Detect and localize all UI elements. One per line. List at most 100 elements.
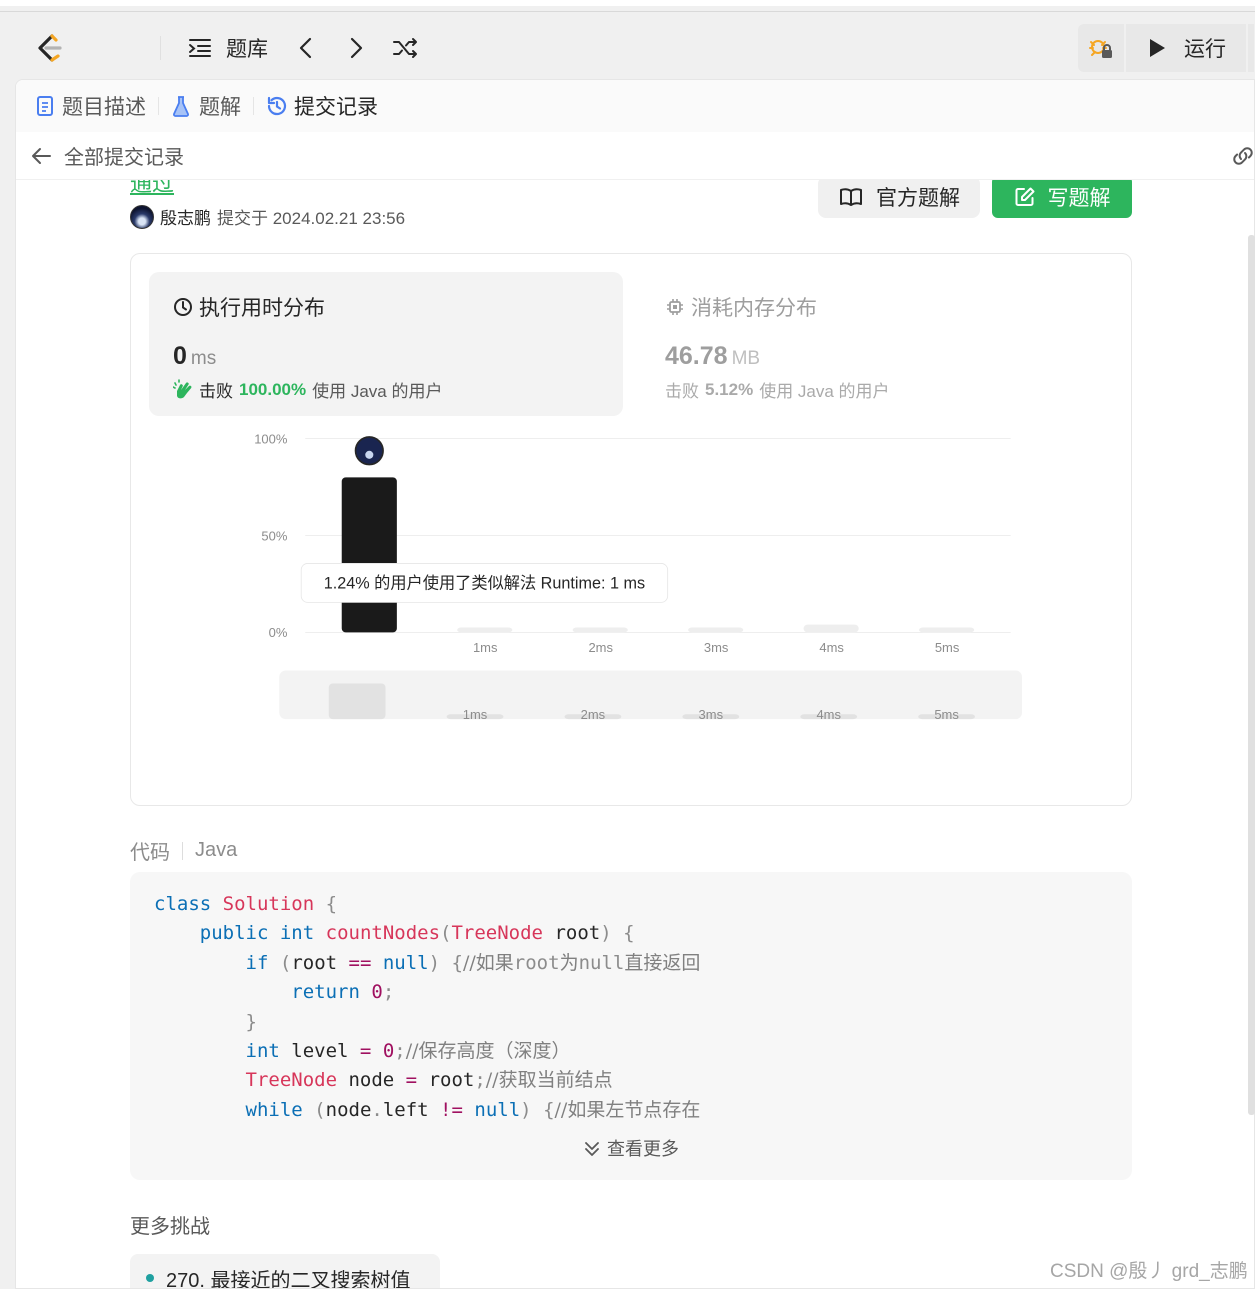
x-tick-label: 4ms bbox=[819, 640, 844, 655]
run-button[interactable]: 运行 bbox=[1126, 24, 1246, 72]
status-badge: 通过 bbox=[130, 180, 175, 196]
history-icon bbox=[267, 96, 287, 116]
divider bbox=[253, 97, 254, 115]
list-icon bbox=[189, 39, 211, 57]
overview-tick-label: 1ms bbox=[463, 707, 488, 722]
chip-icon bbox=[667, 299, 683, 315]
more-challenges-title: 更多挑战 bbox=[130, 1216, 210, 1238]
y-tick-label: 100% bbox=[254, 431, 288, 446]
memory-title: 消耗内存分布 bbox=[691, 297, 817, 320]
x-tick-label: 5ms bbox=[935, 640, 960, 655]
memory-stat-box[interactable]: 消耗内存分布 46.78 MB 击败 5.12% 使用 Java 的用户 bbox=[641, 272, 1115, 416]
runtime-title-row: 执行用时分布 bbox=[173, 292, 599, 322]
prev-problem-button[interactable] bbox=[296, 32, 316, 64]
challenge-title[interactable]: 270. 最接近的二叉搜索树值 bbox=[166, 1264, 410, 1289]
memory-unit: MB bbox=[731, 348, 761, 369]
scrollbar[interactable] bbox=[1248, 235, 1255, 1115]
official-solution-label: 官方题解 bbox=[876, 187, 960, 210]
challenge-item[interactable]: 270. 最接近的二叉搜索树值 bbox=[130, 1254, 440, 1289]
overview-tick-label: 3ms bbox=[699, 707, 724, 722]
code-header: 代码 Java bbox=[130, 836, 237, 865]
tab-solutions[interactable]: 题解 bbox=[171, 91, 241, 121]
memory-beats-suffix: 使用 Java 的用户 bbox=[759, 382, 890, 401]
tab-submissions[interactable]: 提交记录 bbox=[266, 91, 378, 121]
run-label: 运行 bbox=[1184, 38, 1226, 61]
chart-bar bbox=[688, 627, 744, 633]
next-problem-button[interactable] bbox=[346, 32, 366, 64]
runtime-beats-suffix: 使用 Java 的用户 bbox=[312, 382, 443, 401]
top-bar: 题库 运行 bbox=[0, 0, 1255, 80]
divider bbox=[158, 97, 159, 115]
tooltip-text: 1.24% 的用户使用了类似解法 Runtime: 1 ms bbox=[324, 575, 645, 593]
avatar[interactable] bbox=[130, 204, 154, 229]
overview-tick-label: 2ms bbox=[581, 707, 606, 722]
write-solution-label: 写题解 bbox=[1047, 187, 1111, 210]
debug-button[interactable] bbox=[1078, 24, 1124, 72]
chart-bar bbox=[341, 477, 397, 633]
chart-bar bbox=[457, 627, 513, 633]
runtime-stat-box[interactable]: 执行用时分布 0 ms 击败 100.00% 使用 Java 的用户 bbox=[149, 272, 623, 416]
write-solution-button[interactable]: 写题解 bbox=[992, 180, 1132, 218]
overview-tick-label: 4ms bbox=[816, 707, 841, 722]
link-icon[interactable] bbox=[1230, 145, 1255, 167]
divider bbox=[160, 36, 161, 60]
submission-panel: 题目描述 题解 提交记录 全部提交记录 通过 殷志鹏 提交于 2024.02.2… bbox=[15, 79, 1255, 1289]
overview-strip bbox=[279, 670, 1022, 720]
x-tick-label: 3ms bbox=[704, 640, 729, 655]
avatar-marker-figure bbox=[365, 450, 374, 459]
chart-bar bbox=[572, 627, 628, 633]
tab-submissions-label: 提交记录 bbox=[294, 96, 378, 119]
chart-bar bbox=[919, 627, 975, 633]
all-submissions-link[interactable]: 全部提交记录 bbox=[64, 141, 184, 170]
code-label: 代码 bbox=[130, 842, 170, 864]
chevron-left-icon bbox=[299, 37, 312, 59]
arrow-left-icon[interactable] bbox=[30, 146, 52, 166]
memory-value-row: 46.78 MB bbox=[665, 342, 1091, 371]
code-language: Java bbox=[195, 839, 238, 861]
play-icon bbox=[1150, 39, 1165, 57]
tab-description[interactable]: 题目描述 bbox=[36, 91, 146, 121]
memory-title-row: 消耗内存分布 bbox=[665, 292, 1091, 322]
runtime-beats-row: 击败 100.00% 使用 Java 的用户 bbox=[173, 377, 599, 402]
performance-card: 执行用时分布 0 ms 击败 100.00% 使用 Java 的用户 消耗内存分… bbox=[130, 253, 1132, 806]
memory-beats-row: 击败 5.12% 使用 Java 的用户 bbox=[665, 377, 1091, 402]
y-tick-label: 50% bbox=[261, 528, 287, 543]
flask-icon bbox=[173, 96, 189, 117]
problem-bank-button[interactable]: 题库 bbox=[188, 32, 268, 64]
difficulty-dot bbox=[146, 1274, 154, 1282]
official-solution-button[interactable]: 官方题解 bbox=[818, 180, 980, 218]
edit-icon bbox=[1015, 187, 1034, 206]
leetcode-logo-icon[interactable] bbox=[34, 32, 64, 64]
runtime-beats-pct: 100.00% bbox=[239, 379, 307, 399]
author-name[interactable]: 殷志鹏 bbox=[160, 204, 211, 229]
chart-bar bbox=[803, 624, 859, 633]
chevron-right-icon bbox=[350, 37, 363, 59]
overview-tick-label: 5ms bbox=[934, 707, 959, 722]
submission-detail: 通过 殷志鹏 提交于 2024.02.21 23:56 官方题解 写题解 执行用… bbox=[16, 180, 1254, 1289]
overview-bar bbox=[328, 683, 386, 720]
tab-description-label: 题目描述 bbox=[62, 96, 146, 119]
runtime-distribution-chart[interactable]: 100% 50% 0% 1ms 2ms 3ms 4ms 5ms 1.24% 的用户使用了类似解法… bbox=[131, 424, 1133, 724]
memory-value: 46.78 bbox=[665, 342, 728, 370]
problem-bank-label: 题库 bbox=[226, 38, 268, 61]
random-problem-button[interactable] bbox=[392, 32, 420, 64]
document-icon bbox=[37, 96, 53, 116]
runtime-value-row: 0 ms bbox=[173, 342, 599, 371]
runtime-value: 0 bbox=[173, 342, 187, 370]
tab-solutions-label: 题解 bbox=[199, 96, 241, 119]
submission-subheader: 全部提交记录 bbox=[16, 132, 1255, 180]
runtime-title: 执行用时分布 bbox=[199, 297, 325, 320]
show-more-label: 查看更多 bbox=[607, 1138, 679, 1159]
author-row: 殷志鹏 提交于 2024.02.21 23:56 bbox=[130, 204, 405, 229]
runtime-beats-prefix: 击败 bbox=[199, 382, 233, 401]
runtime-unit: ms bbox=[190, 348, 217, 369]
code-block[interactable]: class Solution { public int countNodes(T… bbox=[130, 872, 1132, 1180]
clapping-hands-icon bbox=[173, 378, 192, 398]
avatar-marker bbox=[354, 436, 384, 466]
show-more-button[interactable]: 查看更多 bbox=[130, 1135, 1132, 1164]
divider bbox=[0, 11, 1255, 12]
submitted-time: 提交于 2024.02.21 23:56 bbox=[217, 209, 406, 228]
memory-beats-pct: 5.12% bbox=[705, 379, 754, 399]
watermark: CSDN @殷丿 grd_志鹏 bbox=[1050, 1261, 1248, 1282]
submit-button-edge[interactable] bbox=[1248, 24, 1254, 72]
